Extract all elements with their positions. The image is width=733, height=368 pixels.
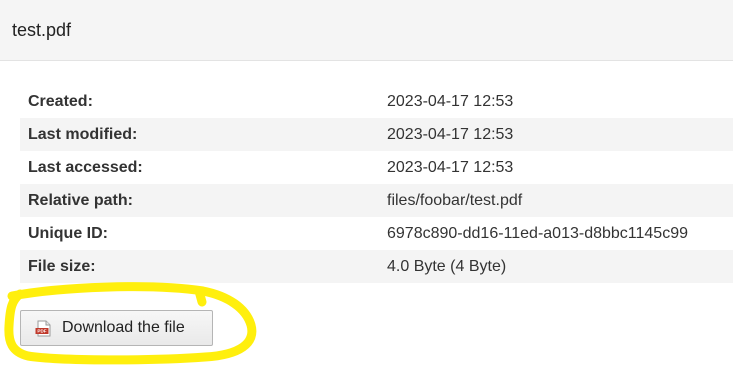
last-modified-value: 2023-04-17 12:53 [379,118,733,151]
created-label: Created: [28,92,93,110]
download-button-label: Download the file [62,319,185,336]
file-details-table: Created: 2023-04-17 12:53 Last modified:… [20,85,733,283]
pdf-file-icon: PDF [35,320,52,337]
last-accessed-label: Last accessed: [28,158,143,176]
file-size-label: File size: [20,250,379,283]
relative-path-label: Relative path: [20,184,379,217]
table-row: Created: 2023-04-17 12:53 [20,85,733,118]
table-row: Last modified: 2023-04-17 12:53 [20,118,733,151]
last-accessed-value: 2023-04-17 12:53 [387,158,514,176]
relative-path-value: files/foobar/test.pdf [379,184,733,217]
last-modified-label: Last modified: [20,118,379,151]
table-row: Relative path: files/foobar/test.pdf [20,184,733,217]
page-header: test.pdf [0,0,733,61]
unique-id-value: 6978c890-dd16-11ed-a013-d8bbc1145c99 [387,224,688,242]
pdf-icon-label: PDF [37,328,46,333]
page-title: test.pdf [12,20,72,40]
unique-id-label: Unique ID: [28,224,108,242]
file-size-value: 4.0 Byte (4 Byte) [379,250,733,283]
created-value: 2023-04-17 12:53 [387,92,514,110]
table-row: Last accessed: 2023-04-17 12:53 [20,151,733,184]
table-row: Unique ID: 6978c890-dd16-11ed-a013-d8bbc… [20,217,733,250]
table-row: File size: 4.0 Byte (4 Byte) [20,250,733,283]
download-file-button[interactable]: PDF Download the file [20,310,213,346]
